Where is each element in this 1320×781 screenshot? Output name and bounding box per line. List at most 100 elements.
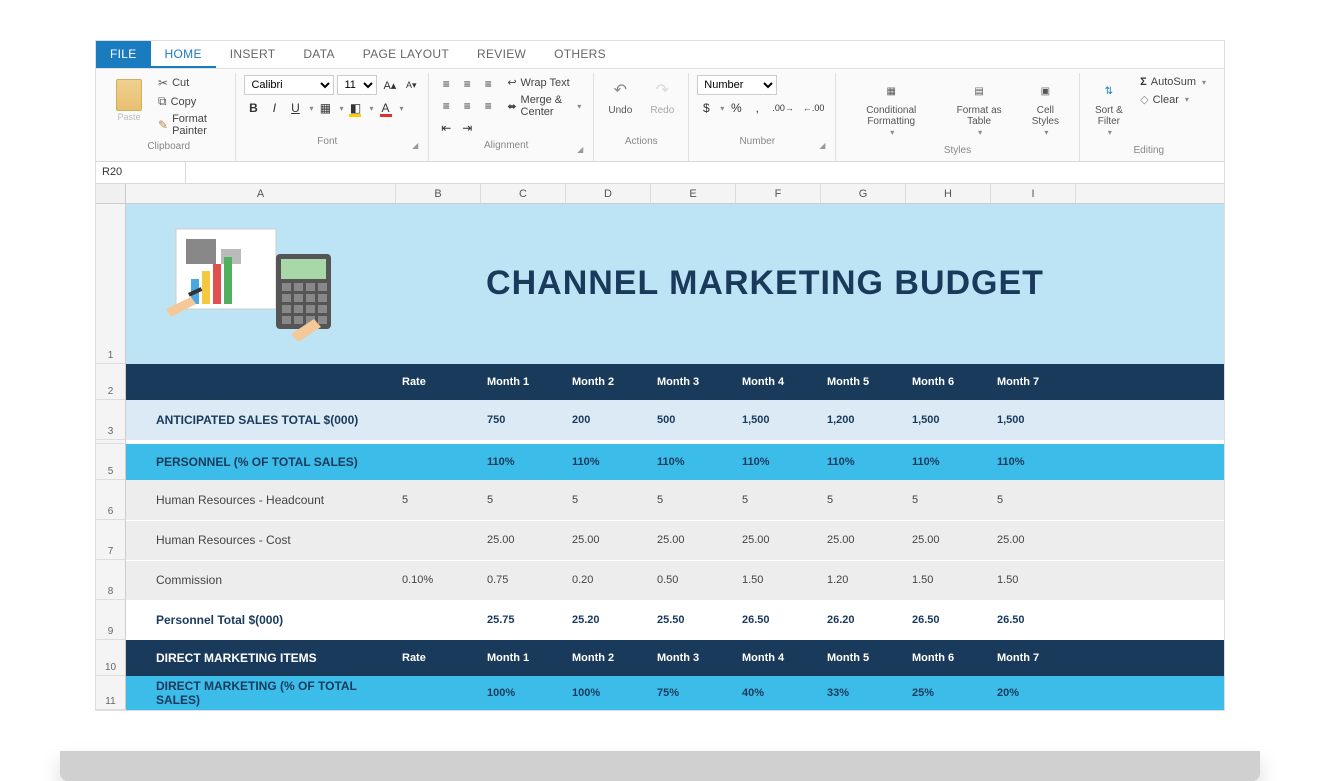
row-header-11[interactable]: 11 [96, 676, 126, 710]
underline-button[interactable]: U [286, 99, 304, 117]
direct-pct-rate [396, 683, 481, 703]
tab-others[interactable]: OTHERS [540, 41, 620, 68]
styles-group-label: Styles [844, 142, 1070, 159]
format-as-table-button[interactable]: ▤Format as Table▾ [944, 75, 1014, 142]
undo-icon [608, 79, 632, 103]
undo-button[interactable]: Undo [602, 75, 638, 120]
cells-area[interactable]: CHANNEL MARKETING BUDGET Rate Month 1 Mo… [126, 204, 1224, 710]
row-header-10[interactable]: 10 [96, 640, 126, 676]
currency-button[interactable]: $ [697, 99, 715, 117]
row-header-3[interactable]: 3 [96, 400, 126, 440]
hr-headcount-m3: 5 [651, 484, 736, 516]
commission-rate: 0.10% [396, 564, 481, 596]
row-header-7[interactable]: 7 [96, 520, 126, 560]
underline-dropdown[interactable]: ▾ [309, 104, 313, 113]
sort-filter-icon: ⇅ [1097, 79, 1121, 103]
decrease-decimal-button[interactable]: ←.00 [800, 99, 828, 117]
tab-home[interactable]: HOME [151, 41, 216, 68]
fill-color-dropdown[interactable]: ▾ [369, 104, 373, 113]
col-header-B[interactable]: B [396, 184, 481, 203]
row-header-5[interactable]: 5 [96, 444, 126, 480]
hr-cost-m4: 25.00 [736, 524, 821, 556]
commission-m7: 1.50 [991, 564, 1076, 596]
align-top-button[interactable]: ≡ [437, 75, 455, 93]
col-header-F[interactable]: F [736, 184, 821, 203]
clear-button[interactable]: Clear▾ [1136, 92, 1210, 107]
sheet-body: 1 2 3 5 6 7 8 9 10 11 [96, 204, 1224, 710]
increase-decimal-button[interactable]: .00→ [769, 99, 797, 117]
number-dialog-launcher[interactable]: ◢ [817, 141, 827, 150]
col-header-E[interactable]: E [651, 184, 736, 203]
font-dialog-launcher[interactable]: ◢ [410, 141, 420, 150]
comma-button[interactable]: , [748, 99, 766, 117]
autosum-button[interactable]: AutoSum▾ [1136, 75, 1210, 89]
redo-button[interactable]: Redo [644, 75, 680, 120]
copy-button[interactable]: Copy [154, 93, 227, 110]
font-size-select[interactable]: 11 [337, 75, 377, 95]
fill-color-button[interactable]: ◧ [346, 99, 364, 117]
align-center-button[interactable]: ≡ [458, 97, 476, 115]
decrease-font-button[interactable]: A▾ [402, 76, 420, 94]
row-header-2[interactable]: 2 [96, 364, 126, 400]
row-header-9[interactable]: 9 [96, 600, 126, 640]
cut-button[interactable]: Cut [154, 75, 227, 91]
italic-button[interactable]: I [265, 99, 283, 117]
conditional-formatting-button[interactable]: ▦Conditional Formatting▾ [844, 75, 938, 142]
col-header-I[interactable]: I [991, 184, 1076, 203]
font-color-button[interactable]: A [377, 99, 395, 117]
header-m4: Month 4 [736, 366, 821, 398]
row-header-1[interactable]: 1 [96, 204, 126, 364]
wrap-text-button[interactable]: ↩Wrap Text [503, 75, 585, 90]
cell-styles-button[interactable]: ▣Cell Styles▾ [1020, 75, 1070, 142]
increase-font-button[interactable]: A▴ [380, 76, 399, 94]
font-color-dropdown[interactable]: ▾ [400, 104, 404, 113]
merge-center-button[interactable]: ⬌Merge & Center▾ [503, 93, 585, 119]
bold-button[interactable]: B [244, 99, 262, 117]
number-format-select[interactable]: Number [697, 75, 777, 95]
redo-label: Redo [650, 105, 674, 116]
currency-dropdown[interactable]: ▾ [720, 104, 724, 113]
personnel-pct-m2: 110% [566, 446, 651, 478]
tab-insert[interactable]: INSERT [216, 41, 290, 68]
tab-file[interactable]: FILE [96, 41, 151, 68]
col-header-D[interactable]: D [566, 184, 651, 203]
row-header-6[interactable]: 6 [96, 480, 126, 520]
border-dropdown[interactable]: ▾ [339, 104, 343, 113]
personnel-total-m2: 25.20 [566, 604, 651, 636]
formula-input[interactable] [186, 170, 1224, 174]
anticipated-m2: 200 [566, 404, 651, 436]
col-header-H[interactable]: H [906, 184, 991, 203]
hr-headcount-m2: 5 [566, 484, 651, 516]
align-middle-button[interactable]: ≡ [458, 75, 476, 93]
col-header-G[interactable]: G [821, 184, 906, 203]
select-all-corner[interactable] [96, 184, 126, 203]
spreadsheet-app: FILE HOME INSERT DATA PAGE LAYOUT REVIEW… [95, 40, 1225, 711]
paste-button[interactable]: Paste [110, 75, 148, 127]
banner-row: CHANNEL MARKETING BUDGET [126, 204, 1224, 364]
border-button[interactable]: ▦ [316, 99, 334, 117]
hr-cost-m2: 25.00 [566, 524, 651, 556]
direct-pct-row: DIRECT MARKETING (% OF TOTAL SALES) 100%… [126, 676, 1224, 710]
personnel-pct-m1: 110% [481, 446, 566, 478]
align-right-button[interactable]: ≡ [479, 97, 497, 115]
direct-items-m6: Month 6 [906, 642, 991, 674]
row-header-8[interactable]: 8 [96, 560, 126, 600]
tab-review[interactable]: REVIEW [463, 41, 540, 68]
direct-items-m1: Month 1 [481, 642, 566, 674]
sort-filter-button[interactable]: ⇅Sort & Filter▾ [1088, 75, 1131, 142]
tab-page-layout[interactable]: PAGE LAYOUT [349, 41, 463, 68]
percent-button[interactable]: % [727, 99, 745, 117]
col-header-A[interactable]: A [126, 184, 396, 203]
align-bottom-button[interactable]: ≡ [479, 75, 497, 93]
col-header-C[interactable]: C [481, 184, 566, 203]
decrease-indent-button[interactable]: ⇤ [437, 119, 455, 137]
align-left-button[interactable]: ≡ [437, 97, 455, 115]
tab-data[interactable]: DATA [289, 41, 348, 68]
font-family-select[interactable]: Calibri [244, 75, 334, 95]
format-painter-button[interactable]: Format Painter [154, 112, 227, 138]
wrap-icon: ↩ [507, 76, 516, 89]
personnel-pct-m7: 110% [991, 446, 1076, 478]
increase-indent-button[interactable]: ⇥ [458, 119, 476, 137]
name-box[interactable]: R20 [96, 161, 186, 183]
alignment-dialog-launcher[interactable]: ◢ [575, 145, 585, 154]
